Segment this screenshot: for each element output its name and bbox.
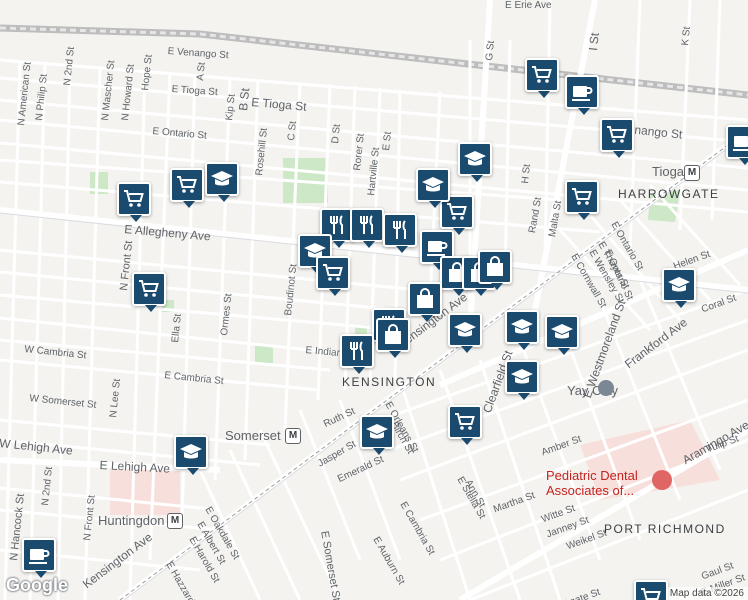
school-marker[interactable] xyxy=(416,168,450,208)
restaurant-icon xyxy=(350,341,363,360)
school-icon xyxy=(464,151,486,166)
metro-icon[interactable]: M xyxy=(285,428,301,444)
restaurant-icon xyxy=(393,220,406,239)
metro-icon[interactable]: M xyxy=(167,513,183,529)
google-logo: Google xyxy=(6,575,68,595)
place-pin-icon[interactable] xyxy=(598,380,614,396)
place-label[interactable]: Pediatric Dental Associates of... xyxy=(546,468,666,498)
street-label: E St xyxy=(381,131,394,152)
school-marker[interactable] xyxy=(545,315,579,355)
street-label: C St xyxy=(286,120,299,142)
street-label: H St xyxy=(520,163,533,185)
street-label: K St xyxy=(680,26,693,47)
shopping-cart-icon xyxy=(177,176,197,193)
shopping-cart-icon xyxy=(323,264,343,281)
school-icon xyxy=(454,322,476,337)
shopping-cart-icon xyxy=(139,280,159,297)
restaurant-marker[interactable] xyxy=(340,334,374,374)
shopping-bag-marker[interactable] xyxy=(478,250,512,290)
transit-label: Huntingdon xyxy=(98,513,165,528)
metro-icon[interactable]: M xyxy=(684,165,700,181)
shopping-cart-marker[interactable] xyxy=(170,168,204,208)
street-label: A St xyxy=(195,61,208,82)
school-marker[interactable] xyxy=(360,415,394,455)
street-label: E Erie Ave xyxy=(505,0,552,11)
shopping-cart-marker[interactable] xyxy=(448,405,482,445)
shopping-cart-marker[interactable] xyxy=(132,272,166,312)
coffee-marker[interactable] xyxy=(22,538,56,578)
shopping-cart-marker[interactable] xyxy=(565,180,599,220)
shopping-bag-icon xyxy=(487,256,503,276)
street-label: I St xyxy=(586,32,602,52)
shopping-cart-marker[interactable] xyxy=(634,580,668,600)
shopping-cart-icon xyxy=(572,188,592,205)
shopping-cart-marker[interactable] xyxy=(525,58,559,98)
shopping-cart-icon xyxy=(124,190,144,207)
street-label: D St xyxy=(330,123,343,145)
shopping-cart-marker[interactable] xyxy=(117,182,151,222)
school-icon xyxy=(422,177,444,192)
neighborhood-label: PORT RICHMOND xyxy=(604,522,726,536)
street-label: G St xyxy=(484,40,498,62)
map-attribution[interactable]: Map data ©2026 xyxy=(665,587,748,600)
shopping-bag-marker[interactable] xyxy=(408,282,442,322)
school-icon xyxy=(180,444,202,459)
transit-label: Somerset xyxy=(225,428,281,443)
school-icon xyxy=(211,171,233,186)
medical-pin-icon[interactable] xyxy=(652,470,672,490)
school-icon xyxy=(511,319,533,334)
shopping-cart-icon xyxy=(455,413,475,430)
shopping-bag-icon xyxy=(417,288,433,308)
coffee-icon xyxy=(29,549,50,564)
shopping-cart-icon xyxy=(641,588,661,600)
shopping-cart-marker[interactable] xyxy=(316,256,350,296)
neighborhood-label: HARROWGATE xyxy=(618,187,720,201)
shopping-cart-marker[interactable] xyxy=(600,118,634,158)
coffee-icon xyxy=(733,136,748,151)
school-marker[interactable] xyxy=(174,435,208,475)
coffee-icon xyxy=(572,86,593,101)
shopping-bag-marker[interactable] xyxy=(376,318,410,358)
restaurant-marker[interactable] xyxy=(383,213,417,253)
school-icon xyxy=(366,424,388,439)
shopping-cart-icon xyxy=(607,126,627,143)
restaurant-icon xyxy=(360,215,373,234)
neighborhood-label: KENSINGTON xyxy=(342,375,437,389)
school-marker[interactable] xyxy=(505,310,539,350)
school-marker[interactable] xyxy=(458,142,492,182)
transit-label: Tioga xyxy=(652,164,685,179)
shopping-bag-icon xyxy=(385,324,401,344)
school-marker[interactable] xyxy=(448,313,482,353)
school-icon xyxy=(511,369,533,384)
coffee-marker[interactable] xyxy=(726,125,748,165)
school-marker[interactable] xyxy=(662,268,696,308)
school-icon xyxy=(551,324,573,339)
school-marker[interactable] xyxy=(205,162,239,202)
street-label: B St xyxy=(236,87,253,112)
school-marker[interactable] xyxy=(505,360,539,400)
shopping-cart-icon xyxy=(447,203,467,220)
coffee-marker[interactable] xyxy=(565,75,599,115)
school-icon xyxy=(668,277,690,292)
shopping-cart-icon xyxy=(532,66,552,83)
map-canvas[interactable]: E Erie Ave E Venango St E Tioga St E Tio… xyxy=(0,0,748,600)
restaurant-marker[interactable] xyxy=(350,208,384,248)
